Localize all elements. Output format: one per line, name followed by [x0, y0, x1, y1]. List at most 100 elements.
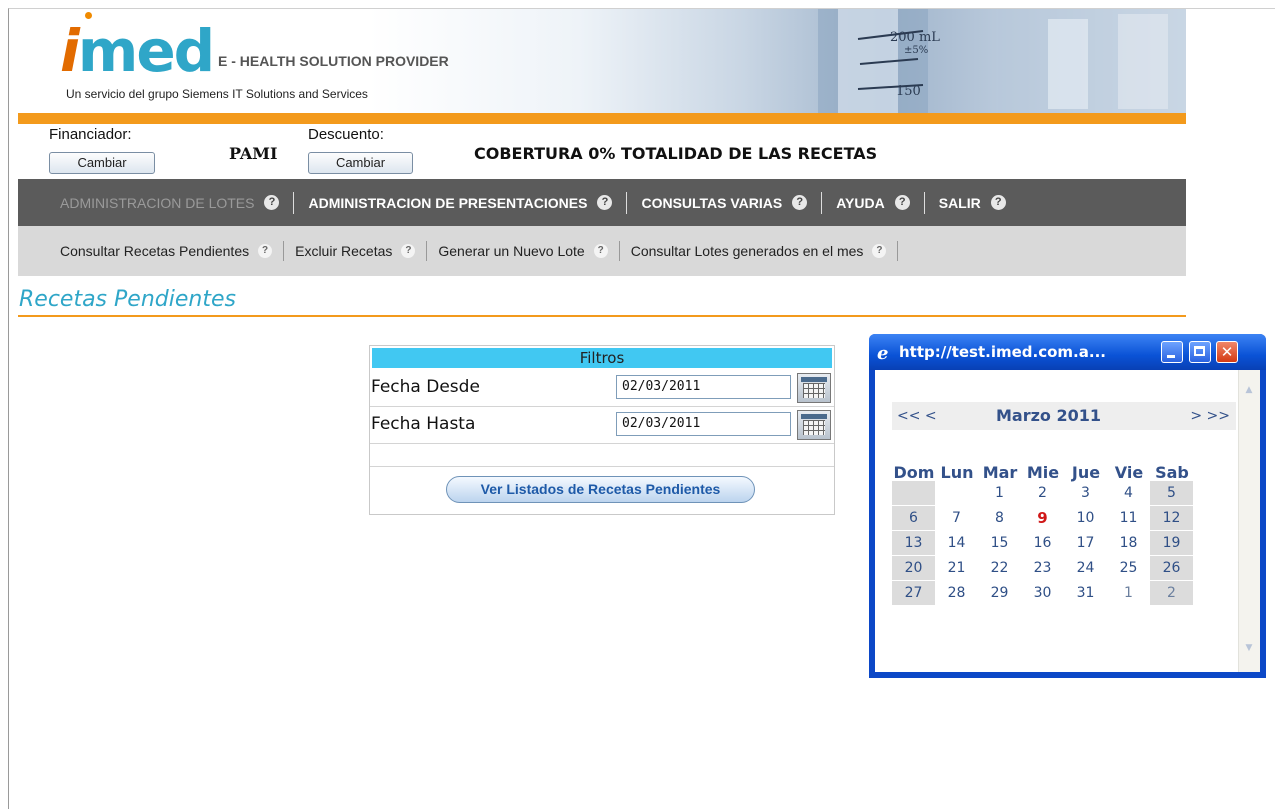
help-icon[interactable]: ?	[401, 244, 416, 258]
help-icon[interactable]: ?	[792, 195, 808, 210]
calendar-day[interactable]: 19	[1150, 531, 1193, 555]
calendar-day[interactable]: 28	[935, 581, 978, 605]
close-button[interactable]: ✕	[1216, 341, 1238, 363]
fecha-hasta-input[interactable]: 02/03/2011	[616, 412, 791, 436]
calendar-day[interactable]: 3	[1064, 481, 1107, 505]
calendar-day[interactable]: 5	[1150, 481, 1193, 505]
calendar-day[interactable]: 18	[1107, 531, 1150, 555]
calendar-day-header: Sab	[1155, 463, 1189, 482]
fecha-desde-input[interactable]: 02/03/2011	[616, 375, 791, 399]
calendar-day[interactable]: 24	[1064, 556, 1107, 580]
vertical-scrollbar[interactable]: ▲ ▼	[1238, 370, 1260, 672]
subnav-consultar-recetas-pendientes[interactable]: Consultar Recetas Pendientes?	[60, 243, 273, 259]
next-year-button[interactable]: >>	[1207, 408, 1230, 424]
popup-titlebar[interactable]: e http://test.imed.com.a... ✕	[869, 334, 1266, 370]
help-icon[interactable]: ?	[593, 244, 608, 258]
subnav-separator	[426, 241, 428, 261]
nav-ayuda[interactable]: AYUDA?	[836, 195, 910, 211]
calendar-day[interactable]: 31	[1064, 581, 1107, 605]
financiador-value: PAMI	[229, 144, 278, 163]
calendar-day[interactable]: 1	[978, 481, 1021, 505]
descuento-cambiar-button[interactable]: Cambiar	[308, 152, 413, 174]
nav-label: ADMINISTRACION DE PRESENTACIONES	[308, 194, 588, 211]
calendar-day[interactable]: 12	[1150, 506, 1193, 530]
calendar-day[interactable]: 25	[1107, 556, 1150, 580]
imed-logo[interactable]: imed	[60, 17, 215, 85]
beaker-label-150: 150	[896, 84, 921, 99]
help-icon[interactable]: ?	[894, 195, 910, 210]
orange-divider	[18, 113, 1186, 124]
calendar-day-header: Mie	[1026, 463, 1060, 482]
calendar-day[interactable]: 29	[978, 581, 1021, 605]
calendar-day[interactable]: 7	[935, 506, 978, 530]
nav-label: SALIR	[938, 194, 981, 211]
calendar-day[interactable]: 2	[1021, 481, 1064, 505]
calendar-day[interactable]: 13	[892, 531, 935, 555]
calendar-day[interactable]: 14	[935, 531, 978, 555]
calendar-day[interactable]: 10	[1064, 506, 1107, 530]
help-icon[interactable]: ?	[872, 244, 887, 258]
descuento-label: Descuento:	[308, 126, 384, 143]
subnav-generar-nuevo-lote[interactable]: Generar un Nuevo Lote?	[438, 243, 608, 259]
filters-spacer-row	[370, 444, 834, 467]
filters-panel: Filtros Fecha Desde 02/03/2011 Fecha Has…	[369, 345, 835, 515]
calendar-day[interactable]: 21	[935, 556, 978, 580]
calendar-prev-nav: << <	[897, 408, 937, 424]
calendar-day[interactable]: 4	[1107, 481, 1150, 505]
help-icon[interactable]: ?	[264, 195, 280, 210]
nav-salir[interactable]: SALIR?	[939, 195, 1006, 211]
calendar-day[interactable]: 6	[892, 506, 935, 530]
popup-content: ▲ ▼ << < Marzo 2011 > >> Dom Lun Mar Mie Jue…	[875, 370, 1260, 672]
calendar-empty-cell	[935, 481, 978, 505]
help-icon[interactable]: ?	[258, 244, 273, 258]
financiador-cambiar-button[interactable]: Cambiar	[49, 152, 155, 174]
fecha-desde-label: Fecha Desde	[371, 377, 480, 397]
nav-administracion-de-presentaciones[interactable]: ADMINISTRACION DE PRESENTACIONES?	[308, 194, 613, 211]
calendar-day[interactable]: 2	[1150, 581, 1193, 605]
calendar-day[interactable]: 15	[978, 531, 1021, 555]
nav-separator	[923, 191, 925, 214]
calendar-day-header: Jue	[1071, 463, 1101, 482]
subline: Un servicio del grupo Siemens IT Solutio…	[66, 87, 368, 101]
scroll-up-arrow-icon[interactable]: ▲	[1242, 385, 1256, 399]
beaker-label-200: 200 mL	[890, 30, 940, 45]
help-icon[interactable]: ?	[990, 195, 1006, 210]
calendar-day[interactable]: 22	[978, 556, 1021, 580]
subnav-separator	[618, 241, 620, 261]
subnav-excluir-recetas[interactable]: Excluir Recetas?	[295, 243, 416, 259]
maximize-button[interactable]	[1189, 341, 1211, 363]
calendar-icon[interactable]	[797, 373, 831, 403]
tagline: E - HEALTH SOLUTION PROVIDER	[218, 53, 449, 69]
calendar-day[interactable]: 1	[1107, 581, 1150, 605]
calendar-next-nav: > >>	[1190, 408, 1230, 424]
subnav-consultar-lotes-generados[interactable]: Consultar Lotes generados en el mes?	[631, 243, 887, 259]
next-month-button[interactable]: >	[1190, 408, 1202, 424]
calendar-icon[interactable]	[797, 410, 831, 440]
calendar-day[interactable]: 17	[1064, 531, 1107, 555]
ie-icon: e	[877, 343, 889, 364]
calendar-day[interactable]: 8	[978, 506, 1021, 530]
calendar-day[interactable]: 26	[1150, 556, 1193, 580]
calendar-day[interactable]: 23	[1021, 556, 1064, 580]
calendar-day[interactable]: 27	[892, 581, 935, 605]
subnav-label: Generar un Nuevo Lote	[438, 243, 585, 259]
scroll-down-arrow-icon[interactable]: ▼	[1242, 643, 1256, 657]
calendar-month-label: Marzo 2011	[996, 406, 1102, 425]
calendar-empty-cell	[892, 481, 935, 505]
calendar-day[interactable]: 16	[1021, 531, 1064, 555]
calendar-day[interactable]: 9	[1021, 506, 1064, 530]
nav-separator	[626, 191, 628, 214]
ver-listados-button[interactable]: Ver Listados de Recetas Pendientes	[446, 476, 755, 503]
calendar-day[interactable]: 30	[1021, 581, 1064, 605]
sub-nav: Consultar Recetas Pendientes? Excluir Re…	[18, 226, 1186, 276]
nav-label: CONSULTAS VARIAS	[641, 194, 783, 211]
calendar-day[interactable]: 20	[892, 556, 935, 580]
prev-year-button[interactable]: <<	[897, 408, 920, 424]
nav-consultas-varias[interactable]: CONSULTAS VARIAS?	[641, 194, 808, 211]
financiador-label: Financiador:	[49, 126, 132, 143]
help-icon[interactable]: ?	[597, 195, 613, 210]
minimize-button[interactable]	[1161, 341, 1183, 363]
nav-administracion-de-lotes[interactable]: ADMINISTRACION DE LOTES?	[60, 195, 280, 211]
prev-month-button[interactable]: <	[925, 408, 937, 424]
calendar-day[interactable]: 11	[1107, 506, 1150, 530]
